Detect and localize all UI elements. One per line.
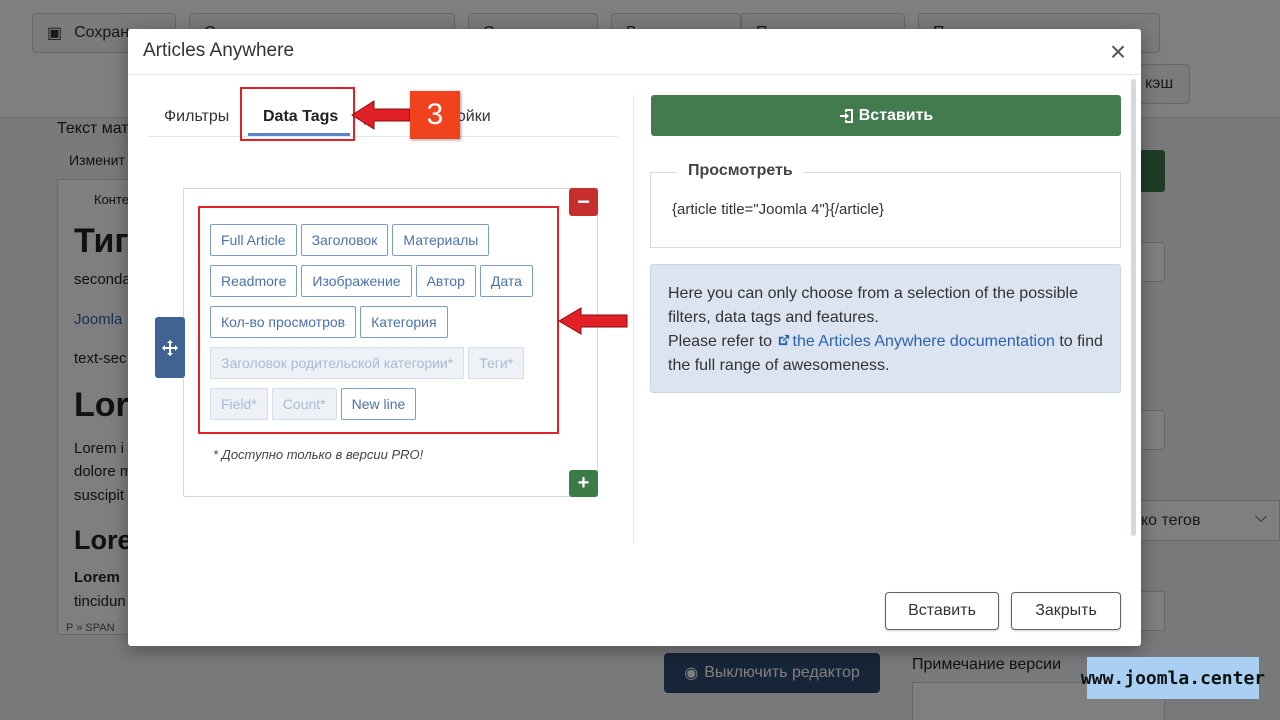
preview-code: {article title="Joomla 4"}{/article} <box>672 201 885 218</box>
annotation-highlight-tab <box>240 87 355 141</box>
modal-header-divider <box>128 74 1141 75</box>
close-button[interactable]: Закрыть <box>1011 592 1121 630</box>
insert-button[interactable]: Вставить <box>885 592 999 630</box>
modal-scrollbar[interactable] <box>1131 79 1136 536</box>
insert-button-main[interactable]: Вставить <box>651 95 1121 136</box>
modal-title: Articles Anywhere <box>143 40 295 61</box>
info-text: Here you can only choose from a selectio… <box>668 282 1113 378</box>
external-link-icon <box>778 334 789 346</box>
sign-in-icon <box>839 108 853 123</box>
close-icon[interactable]: × <box>1106 38 1130 66</box>
tab-filters[interactable]: Фильтры <box>164 108 229 126</box>
insert-main-label: Вставить <box>858 106 934 124</box>
annotation-arrow-tab <box>351 100 411 130</box>
preview-legend: Просмотреть <box>677 162 804 180</box>
annotation-step-badge: 3 <box>410 91 460 139</box>
annotation-arrow-tags <box>558 307 628 335</box>
add-group-button[interactable]: + <box>569 470 598 497</box>
move-icon[interactable] <box>155 317 185 378</box>
info-line-2-prefix: Please refer to <box>668 333 777 350</box>
site-watermark: www.joomla.center <box>1081 657 1265 699</box>
remove-group-button[interactable]: − <box>569 188 598 216</box>
annotation-highlight-tags <box>198 206 559 434</box>
documentation-link[interactable]: the Articles Anywhere documentation <box>777 333 1055 350</box>
column-divider <box>633 95 634 544</box>
info-line-1: Here you can only choose from a selectio… <box>668 285 1079 326</box>
pro-only-note: * Доступно только в версии PRO! <box>213 447 424 462</box>
documentation-link-label: the Articles Anywhere documentation <box>792 333 1055 350</box>
move-arrows-graphic <box>162 339 178 356</box>
